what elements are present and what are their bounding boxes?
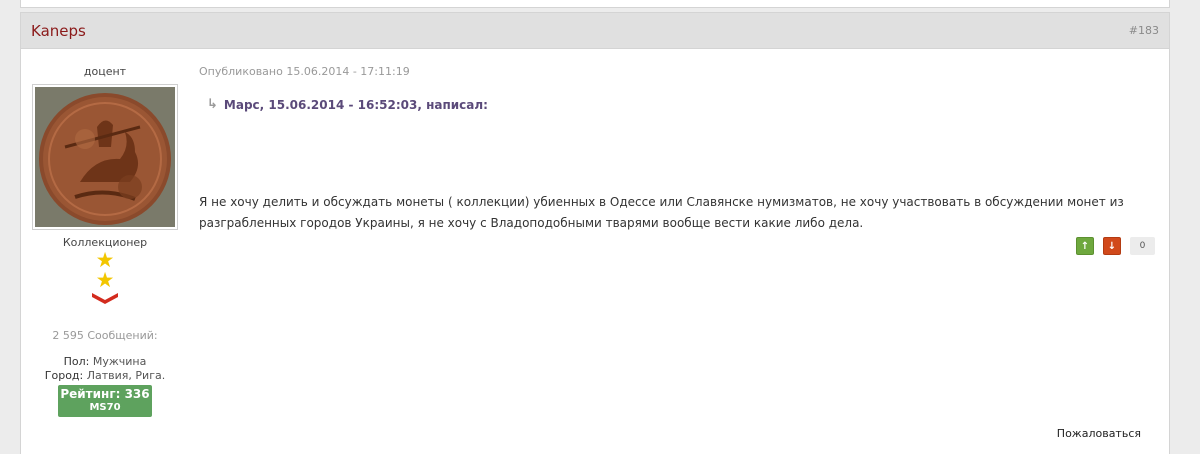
arrow-up-icon: ↑ bbox=[1080, 240, 1090, 252]
chevron-rank-icon bbox=[92, 293, 118, 304]
forum-post: Kaneps #183 доцент Коллекционер ★ ★ 2 59… bbox=[20, 12, 1170, 454]
star-icon: ★ bbox=[95, 268, 115, 292]
arrow-down-icon: ↓ bbox=[1107, 240, 1117, 252]
report-link[interactable]: Пожаловаться bbox=[1057, 427, 1141, 440]
previous-post-edge bbox=[20, 0, 1170, 8]
city-value: Латвия, Рига. bbox=[86, 369, 166, 382]
coin-avatar-image bbox=[35, 87, 175, 227]
post-body: Я не хочу делить и обсуждать монеты ( ко… bbox=[199, 195, 1124, 230]
rating-value: Рейтинг: 336 bbox=[60, 387, 150, 401]
gender-row: Пол: Мужчина bbox=[21, 355, 189, 369]
quote-header: ↳ Марс, 15.06.2014 - 16:52:03, написал: bbox=[207, 97, 1161, 112]
rank-stars: ★ ★ bbox=[21, 250, 189, 305]
vote-up-button[interactable]: ↑ bbox=[1076, 237, 1094, 255]
rank-title: доцент bbox=[83, 65, 127, 78]
gender-value: Мужчина bbox=[92, 355, 147, 368]
post-date: Опубликовано 15.06.2014 - 17:11:19 bbox=[199, 65, 410, 78]
city-label: Город: bbox=[44, 369, 84, 382]
city-row: Город: Латвия, Рига. bbox=[21, 369, 189, 383]
post-header: Kaneps #183 bbox=[21, 13, 1169, 49]
post-count: 2 595 Сообщений: bbox=[52, 329, 158, 342]
post-number-link[interactable]: #183 bbox=[1129, 24, 1159, 37]
quote-icon: ↳ bbox=[207, 97, 218, 112]
author-profile: доцент Коллекционер ★ ★ 2 595 Сообщений:… bbox=[21, 50, 189, 417]
author-name-link[interactable]: Kaneps bbox=[31, 22, 86, 40]
vote-controls: ↑ ↓ 0 bbox=[1076, 237, 1155, 255]
quote-author: Марс, 15.06.2014 - 16:52:03, написал: bbox=[223, 97, 488, 112]
gender-label: Пол: bbox=[63, 355, 90, 368]
rating-badge[interactable]: Рейтинг: 336 MS70 bbox=[58, 385, 152, 417]
vote-count: 0 bbox=[1130, 237, 1155, 255]
vote-down-button[interactable]: ↓ bbox=[1103, 237, 1121, 255]
post-content: Опубликовано 15.06.2014 - 17:11:19 ↳ Мар… bbox=[199, 50, 1161, 234]
rating-grade: MS70 bbox=[89, 402, 121, 413]
avatar[interactable] bbox=[32, 84, 178, 230]
user-info: Пол: Мужчина Город: Латвия, Рига. bbox=[21, 355, 189, 383]
